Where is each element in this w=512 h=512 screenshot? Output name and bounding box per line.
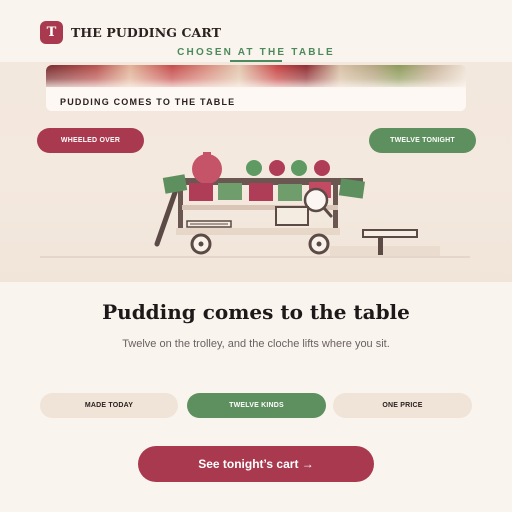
pudding-cart-illustration: [40, 152, 470, 258]
card-green-3: [278, 184, 302, 201]
wheel-left-hub: [198, 241, 204, 247]
side-table-leg: [378, 236, 383, 255]
pill-made-today: MADE TODAY: [40, 393, 178, 418]
cloche-icon: [192, 154, 222, 184]
card-red-2: [249, 183, 273, 201]
card-red-1: [189, 183, 213, 201]
card-green-4: [338, 178, 365, 199]
kicker-underline: [230, 60, 282, 62]
brand-name[interactable]: THE PUDDING CART: [71, 25, 221, 40]
site-header: T THE PUDDING CART: [40, 21, 221, 44]
card-green-2: [218, 183, 242, 200]
floor-shadow: [330, 246, 440, 256]
wheel-right-hub: [316, 241, 322, 247]
pudding-green-2: [291, 160, 307, 176]
pudding-green-1: [246, 160, 262, 176]
hero-photo: PUDDING COMES TO THE TABLE: [46, 65, 466, 111]
cloche-handle: [203, 152, 211, 155]
logo-mark[interactable]: T: [40, 21, 63, 44]
see-cart-button[interactable]: See tonight’s cart →: [138, 446, 374, 482]
side-table-top: [362, 229, 418, 238]
page-subtitle: Twelve on the trolley, and the cloche li…: [122, 338, 390, 350]
pill-twelve-kinds: TWELVE KINDS: [187, 393, 326, 418]
pudding-red-1: [269, 160, 285, 176]
section-kicker: CHOSEN AT THE TABLE: [177, 47, 335, 58]
floor-line: [40, 256, 470, 258]
dessert-box: [275, 206, 309, 226]
pill-one-price: ONE PRICE: [333, 393, 472, 418]
pudding-red-2: [314, 160, 330, 176]
card-green-1: [162, 174, 188, 194]
photo-caption: PUDDING COMES TO THE TABLE: [60, 97, 236, 107]
page-title: Pudding comes to the table: [102, 300, 410, 324]
